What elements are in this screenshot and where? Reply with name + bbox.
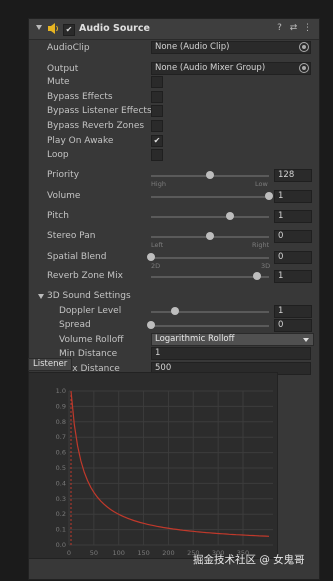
watermark: 掘金技术社区 @ 女鬼哥 xyxy=(193,554,305,566)
stereo-pan-slider-knob[interactable] xyxy=(206,232,214,240)
speaker-icon xyxy=(48,23,58,34)
output-label: Output xyxy=(47,64,79,74)
doppler-level-label: Doppler Level xyxy=(59,306,122,316)
mute-label: Mute xyxy=(47,77,70,87)
stereo-pan-max-label: Right xyxy=(252,241,270,249)
graph-y-tick: 0.9 xyxy=(56,402,66,410)
bypass-effects-label: Bypass Effects xyxy=(47,92,113,102)
doppler-level-slider-knob[interactable] xyxy=(170,307,179,315)
sliders-icon[interactable]: ⇄ xyxy=(288,23,299,34)
graph-y-tick: 0.6 xyxy=(56,449,66,457)
play-on-awake-checkbox[interactable]: ✔ xyxy=(151,135,163,147)
reverb-zone-mix-slider-track[interactable] xyxy=(151,276,269,278)
volume-label: Volume xyxy=(47,191,81,201)
volume-slider-knob[interactable] xyxy=(265,192,273,200)
play-on-awake-label: Play On Awake xyxy=(47,136,114,146)
section-3d-sound-settings[interactable]: 3D Sound Settings xyxy=(47,291,131,301)
graph-x-tick: 0 xyxy=(67,549,71,557)
spread-input[interactable]: 0 xyxy=(274,319,312,332)
graph-x-tick: 100 xyxy=(113,549,125,557)
graph-y-tick: 0.7 xyxy=(56,433,66,441)
bypass-listener-effects-checkbox[interactable] xyxy=(151,105,163,117)
graph-y-tick: 0.5 xyxy=(56,464,66,472)
loop-label: Loop xyxy=(47,150,69,160)
stereo-pan-min-label: Left xyxy=(151,241,164,249)
spatial-blend-min-label: 2D xyxy=(151,262,161,270)
volume-input[interactable]: 1 xyxy=(274,190,312,203)
rolloff-graph: 0.0 0.1 0.2 0.3 0.4 0.5 0.6 0.7 0.8 0.9 1.0 0 50 100 1… xyxy=(28,372,278,559)
graph-x-tick: 150 xyxy=(137,549,149,557)
min-distance-input[interactable]: 1 xyxy=(151,347,311,360)
object-picker-icon[interactable] xyxy=(299,63,309,73)
graph-y-tick: 0.8 xyxy=(56,418,66,426)
chevron-down-icon[interactable] xyxy=(36,25,42,30)
component-header[interactable]: ✔ Audio Source ? ⇄ ⋮ xyxy=(29,19,319,40)
rolloff-graph-canvas: 0.0 0.1 0.2 0.3 0.4 0.5 0.6 0.7 0.8 0.9 1.0 0 50 100 1… xyxy=(56,387,273,557)
chevron-down-icon[interactable] xyxy=(38,294,44,299)
bypass-reverb-zones-label: Bypass Reverb Zones xyxy=(47,121,145,131)
spatial-blend-slider-knob[interactable] xyxy=(147,253,155,261)
graph-y-tick: 0.2 xyxy=(56,510,66,518)
spatial-blend-input[interactable]: 0 xyxy=(274,251,312,264)
doppler-level-input[interactable]: 1 xyxy=(274,305,312,318)
stereo-pan-label: Stereo Pan xyxy=(47,231,96,241)
audioclip-label: AudioClip xyxy=(47,43,90,53)
spatial-blend-label: Spatial Blend xyxy=(47,252,107,262)
pitch-label: Pitch xyxy=(47,211,69,221)
reverb-zone-mix-label: Reverb Zone Mix xyxy=(47,271,123,281)
doppler-level-slider-track[interactable] xyxy=(151,311,269,313)
output-field[interactable]: None (Audio Mixer Group) xyxy=(151,62,311,75)
bypass-effects-checkbox[interactable] xyxy=(151,91,163,103)
priority-label: Priority xyxy=(47,170,80,180)
object-picker-icon[interactable] xyxy=(299,42,309,52)
priority-max-label: Low xyxy=(255,180,268,188)
spread-label: Spread xyxy=(59,320,91,330)
loop-checkbox[interactable] xyxy=(151,149,163,161)
reverb-zone-mix-slider-knob[interactable] xyxy=(253,272,262,280)
priority-input[interactable]: 128 xyxy=(274,169,312,182)
stereo-pan-input[interactable]: 0 xyxy=(274,230,312,243)
mute-checkbox[interactable] xyxy=(151,76,163,88)
graph-x-tick: 200 xyxy=(162,549,174,557)
bypass-reverb-zones-checkbox[interactable] xyxy=(151,120,163,132)
bypass-listener-effects-label: Bypass Listener Effects xyxy=(47,106,152,116)
volume-rolloff-value: Logarithmic Rolloff xyxy=(155,334,235,344)
volume-rolloff-dropdown[interactable]: Logarithmic Rolloff xyxy=(151,333,314,346)
component-enabled-checkbox[interactable]: ✔ xyxy=(63,24,75,36)
listener-tab[interactable]: Listener xyxy=(28,358,73,371)
graph-y-tick: 0.1 xyxy=(56,526,66,534)
volume-rolloff-label: Volume Rolloff xyxy=(59,335,124,345)
component-title: Audio Source xyxy=(79,23,150,34)
pitch-slider-knob[interactable] xyxy=(226,212,235,220)
graph-y-tick: 0.3 xyxy=(56,495,66,503)
graph-y-tick: 0.4 xyxy=(56,479,66,487)
reverb-zone-mix-input[interactable]: 1 xyxy=(274,270,312,283)
pitch-slider-track[interactable] xyxy=(151,216,269,218)
chevron-down-icon xyxy=(303,338,309,342)
graph-x-tick: 50 xyxy=(90,549,98,557)
kebab-menu-icon[interactable]: ⋮ xyxy=(302,23,313,34)
help-icon[interactable]: ? xyxy=(274,23,285,34)
audioclip-field[interactable]: None (Audio Clip) xyxy=(151,41,311,54)
graph-y-tick: 1.0 xyxy=(56,387,66,395)
priority-min-label: High xyxy=(151,180,166,188)
spatial-blend-slider-track[interactable] xyxy=(151,257,269,259)
priority-slider-knob[interactable] xyxy=(206,171,214,179)
spatial-blend-max-label: 3D xyxy=(261,262,271,270)
pitch-input[interactable]: 1 xyxy=(274,210,312,223)
graph-y-tick: 0.0 xyxy=(56,541,66,549)
volume-slider-track[interactable] xyxy=(151,196,269,198)
spread-slider-track[interactable] xyxy=(151,325,269,327)
spread-slider-knob[interactable] xyxy=(147,321,155,329)
